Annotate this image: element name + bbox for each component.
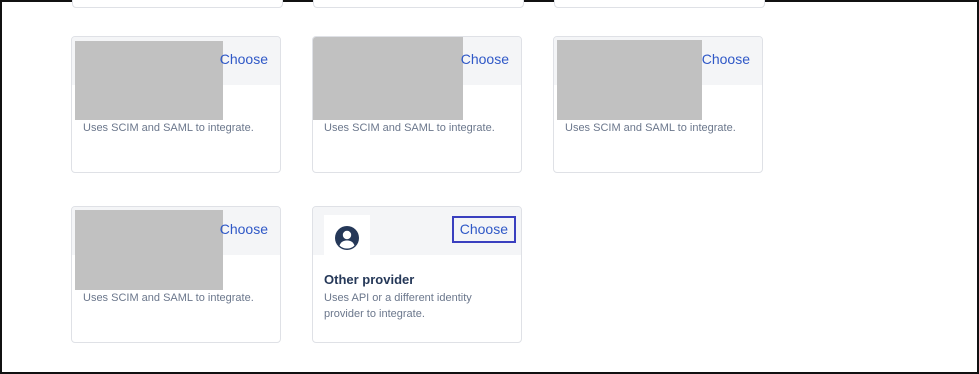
card-description: Uses SCIM and SAML to integrate. <box>83 122 254 134</box>
provider-logo-redacted <box>75 41 223 120</box>
choose-button[interactable]: Choose <box>702 51 750 67</box>
other-provider-description-line2: provider to integrate. <box>324 308 425 320</box>
choose-button-other-provider[interactable]: Choose <box>451 216 516 243</box>
card-description: Uses SCIM and SAML to integrate. <box>83 292 254 304</box>
card-description: Uses SCIM and SAML to integrate. <box>565 122 736 134</box>
provider-icon-container <box>324 215 370 261</box>
user-circle-icon <box>335 226 359 250</box>
provider-card-2: Choose Uses SCIM and SAML to integrate. <box>312 36 522 173</box>
provider-logo-redacted <box>313 37 463 120</box>
other-provider-description-line1: Uses API or a different identity <box>324 292 472 304</box>
provider-card-1: Choose Uses SCIM and SAML to integrate. <box>71 36 281 173</box>
card-partial-top-1 <box>72 0 283 8</box>
choose-button[interactable]: Choose <box>220 51 268 67</box>
provider-logo-redacted <box>557 40 702 120</box>
page-frame: Choose Uses SCIM and SAML to integrate. … <box>0 0 979 374</box>
other-provider-title: Other provider <box>324 272 415 287</box>
provider-card-4: Choose Uses SCIM and SAML to integrate. <box>71 206 281 343</box>
choose-button[interactable]: Choose <box>220 221 268 237</box>
other-provider-card: Choose Other provider Uses API or a diff… <box>312 206 522 343</box>
card-description: Uses SCIM and SAML to integrate. <box>324 122 495 134</box>
card-partial-top-3 <box>554 0 765 8</box>
card-partial-top-2 <box>313 0 524 8</box>
choose-button[interactable]: Choose <box>461 51 509 67</box>
provider-card-3: Choose Uses SCIM and SAML to integrate. <box>553 36 763 173</box>
provider-logo-redacted <box>75 210 223 290</box>
